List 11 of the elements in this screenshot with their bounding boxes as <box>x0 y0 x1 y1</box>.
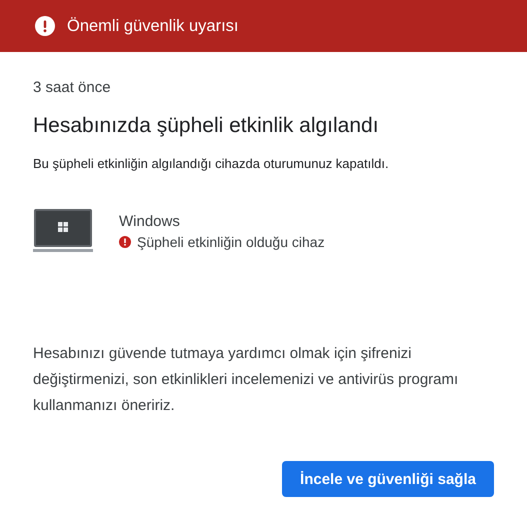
device-name: Windows <box>119 212 181 230</box>
alert-title: Önemli güvenlik uyarısı <box>67 16 238 36</box>
alert-heading: Hesabınızda şüpheli etkinlik algılandı <box>33 114 380 138</box>
advice-text: Hesabınızı güvende tutmaya yardımcı olmak için şifrenizi değiştirmenizi, son etkinlikleri incelemenizi ve antivirüs programı kullanmanızı öneririz. <box>33 344 460 416</box>
timestamp: 3 saat önce <box>33 79 112 96</box>
alert-description: Bu şüpheli etkinliğin algılandığı cihazda oturumunuz kapatıldı. <box>33 156 390 171</box>
warning-icon <box>119 236 131 248</box>
device-note: Şüpheli etkinliğin olduğu cihaz <box>137 234 325 250</box>
warning-icon <box>35 16 55 36</box>
laptop-icon <box>33 209 93 253</box>
review-button[interactable]: İncele ve güvenliği sağla <box>282 461 494 497</box>
